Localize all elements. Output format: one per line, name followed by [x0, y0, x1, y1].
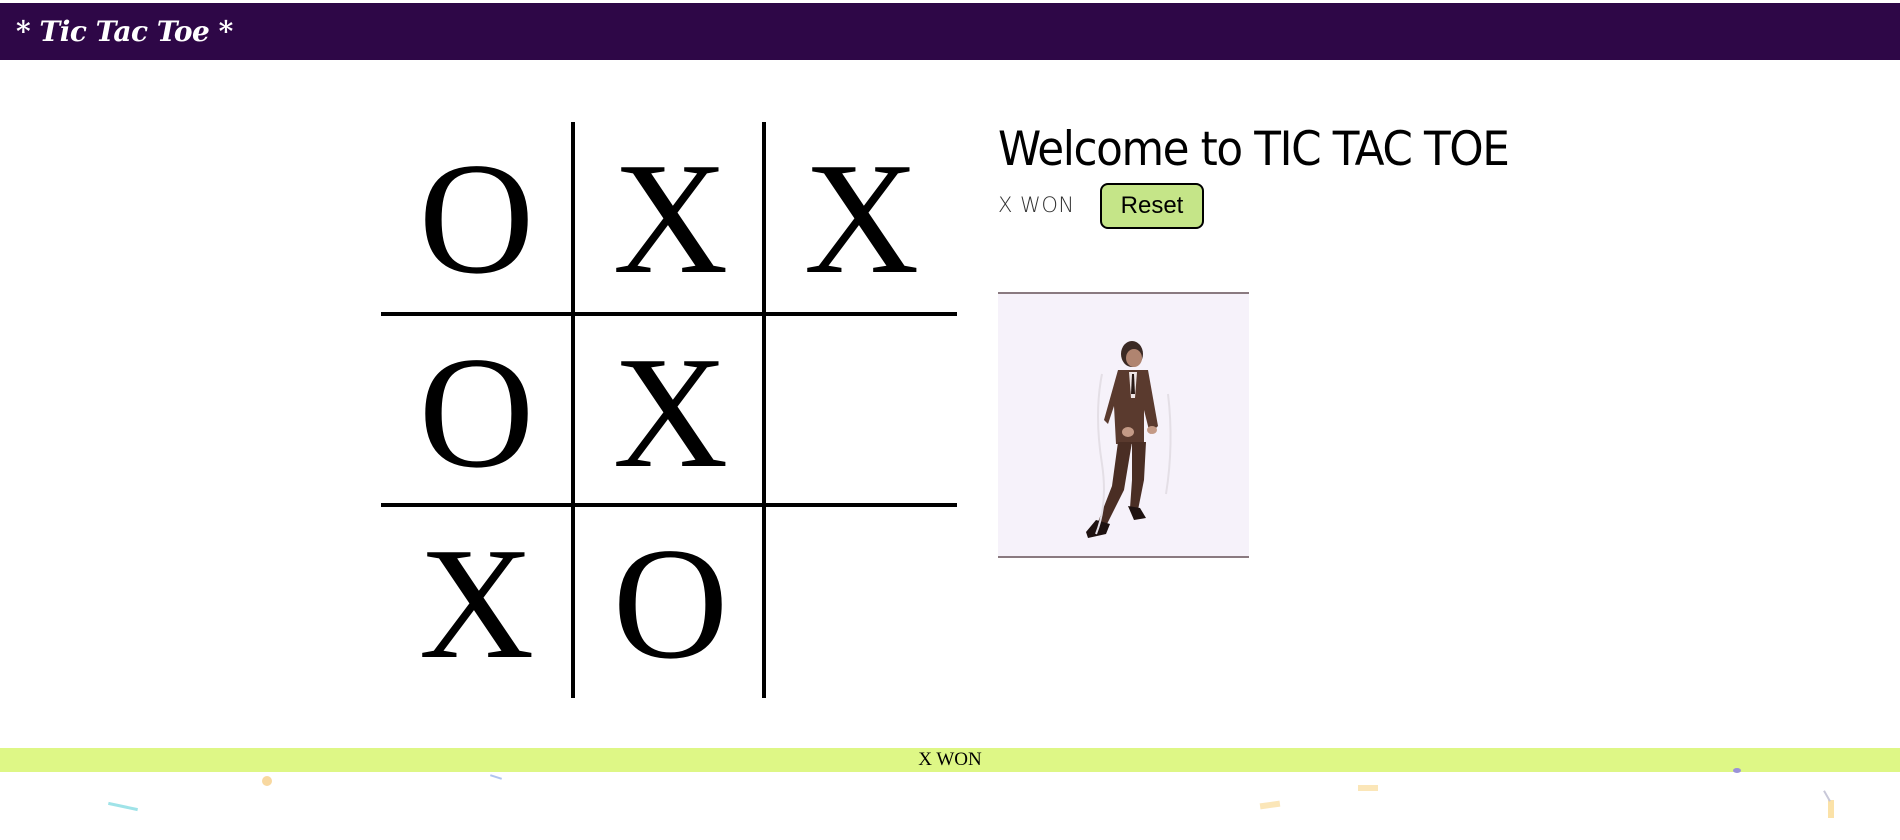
grid-line-horizontal: [381, 312, 957, 316]
board-cell-7[interactable]: X: [381, 507, 572, 698]
board-cell-5[interactable]: X: [575, 316, 766, 507]
confetti-piece: [1259, 800, 1281, 810]
welcome-heading: Welcome to TIC TAC TOE: [998, 122, 1510, 177]
confetti-piece: [108, 801, 138, 812]
board-cell-1[interactable]: O: [381, 122, 572, 313]
top-bar: * Tic Tac Toe *: [0, 3, 1900, 60]
game-board: O X X O X X O: [381, 122, 957, 698]
confetti-piece: [1358, 785, 1378, 791]
confetti-piece: [262, 776, 272, 786]
board-cell-3[interactable]: X: [766, 122, 957, 313]
confetti-piece: [489, 774, 503, 780]
board-cell-6[interactable]: [766, 316, 957, 507]
confetti-piece: [1733, 768, 1741, 773]
grid-line-vertical: [571, 122, 575, 698]
dancing-man-figure: [1086, 341, 1172, 538]
grid-line-vertical: [762, 122, 766, 698]
board-cell-9[interactable]: [766, 507, 957, 698]
app-title: * Tic Tac Toe *: [16, 15, 233, 48]
board-cell-2[interactable]: X: [575, 122, 766, 313]
game-status: X WON: [998, 193, 1075, 217]
confetti-piece: [1823, 790, 1831, 802]
reset-button[interactable]: Reset: [1100, 183, 1204, 229]
board-cell-4[interactable]: O: [381, 316, 572, 507]
board-cell-8[interactable]: O: [575, 507, 766, 698]
grid-line-horizontal: [381, 503, 957, 507]
result-banner: X WON: [0, 748, 1900, 772]
result-banner-text: X WON: [918, 749, 982, 770]
confetti-piece: [1828, 800, 1834, 818]
dancing-man-image: [998, 292, 1249, 558]
